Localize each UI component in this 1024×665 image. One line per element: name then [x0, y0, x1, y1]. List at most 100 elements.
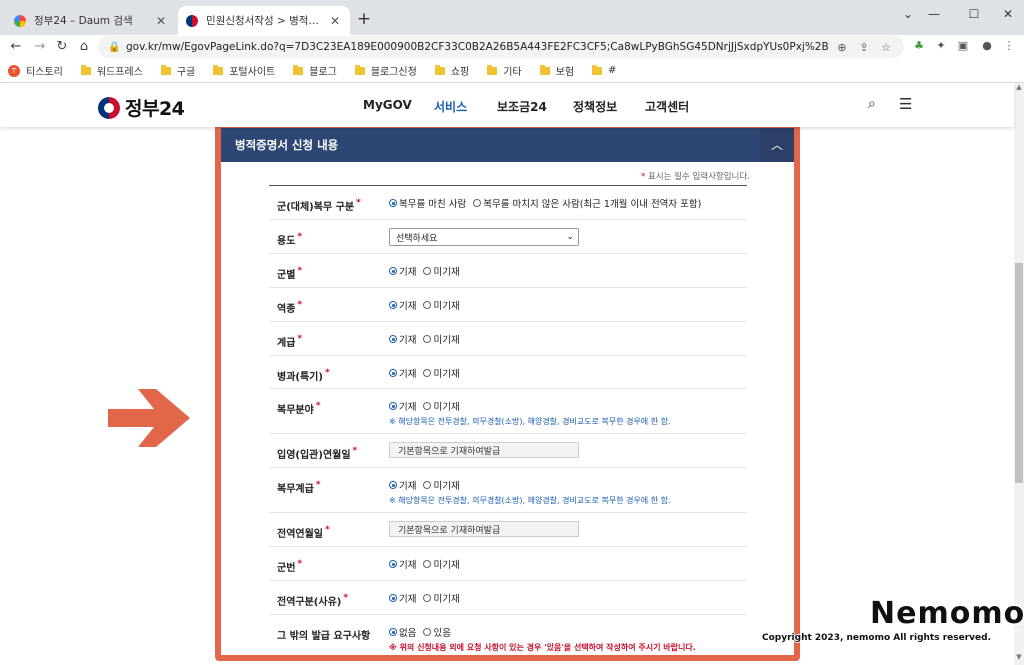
radio-none[interactable]: 없음 [389, 625, 416, 639]
zoom-icon[interactable]: ⊕ [834, 41, 850, 54]
bookmarks-bar: T 티스토리 워드프레스 구글 포털사이트 블로그 블로그신청 쇼핑 기타 보험 … [0, 59, 1024, 83]
bookmark-folder[interactable]: 워드프레스 [80, 63, 143, 78]
radio-include[interactable]: 기재 [389, 399, 416, 413]
application-form: 군(대체)복무 구분 * 복무를 마친 사람 복무를 마치지 않은 사람(최근 1… [269, 185, 747, 655]
radio-include[interactable]: 기재 [389, 332, 416, 346]
radio-dot[interactable] [389, 267, 397, 275]
nav-policy-info[interactable]: 정책정보 [573, 98, 617, 115]
radio-dot[interactable] [389, 335, 397, 343]
maximize-icon[interactable]: ☐ [956, 4, 992, 24]
radio-include[interactable]: 기재 [389, 478, 416, 492]
hamburger-menu-icon[interactable]: ☰ [899, 95, 912, 113]
bookmark-folder[interactable]: 구글 [160, 63, 195, 78]
radio-include[interactable]: 기재 [389, 557, 416, 571]
address-bar[interactable]: 🔒 gov.kr/mw/EgovPageLink.do?q=7D3C23EA18… [98, 36, 904, 58]
duty-rank-radios: 기재 미기재 [389, 478, 467, 492]
folder-icon [213, 64, 224, 75]
radio-dot[interactable] [389, 402, 397, 410]
radio-exclude[interactable]: 미기재 [423, 332, 460, 346]
side-panel-icon[interactable]: ▣ [954, 39, 972, 55]
field-label: 군(대체)복무 구분 * [277, 198, 361, 213]
nav-service[interactable]: 서비스 [434, 98, 467, 115]
close-tab-icon[interactable]: ✕ [328, 14, 342, 28]
radio-dot[interactable] [389, 628, 397, 636]
radio-dot[interactable] [423, 335, 432, 343]
bookmark-star-icon[interactable]: ☆ [878, 41, 894, 54]
radio-dot[interactable] [423, 267, 432, 275]
radio-exclude[interactable]: 미기재 [423, 264, 460, 278]
radio-dot[interactable] [423, 560, 432, 568]
bookmark-tistory[interactable]: T 티스토리 [8, 63, 63, 78]
radio-dot[interactable] [389, 594, 397, 602]
radio-dot[interactable] [389, 199, 397, 207]
radio-include[interactable]: 기재 [389, 366, 416, 380]
bookmark-folder[interactable]: 블로그신청 [354, 63, 417, 78]
radio-yes[interactable]: 있음 [423, 625, 451, 639]
radio-dot[interactable] [423, 481, 432, 489]
folder-icon [592, 64, 603, 75]
home-icon[interactable]: ⌂ [74, 37, 94, 57]
profile-avatar-icon[interactable]: ● [978, 39, 996, 55]
bookmark-folder[interactable]: 블로그 [293, 63, 337, 78]
radio-exclude[interactable]: 미기재 [423, 298, 460, 312]
chevron-up-icon[interactable]: ︿ [760, 128, 794, 162]
nav-customer-center[interactable]: 고객센터 [645, 98, 689, 115]
required-note: * 표시는 필수 입력사항입니다. [641, 172, 750, 182]
radio-exclude[interactable]: 미기재 [423, 478, 460, 492]
close-tab-icon[interactable]: ✕ [154, 14, 168, 28]
extension-leaf-icon[interactable]: ♣ [910, 39, 928, 55]
radio-exclude[interactable]: 미기재 [423, 591, 460, 605]
radio-dot[interactable] [389, 481, 397, 489]
radio-not-completed-service[interactable]: 복무를 마치지 않은 사람(최근 1개월 이내 전역자 포함) [473, 196, 701, 210]
scroll-down-icon[interactable]: ▼ [1014, 653, 1024, 665]
radio-completed-service[interactable]: 복무를 마친 사람 [389, 196, 466, 210]
page-scrollbar[interactable]: ▲ ▼ [1014, 83, 1024, 665]
minimize-icon[interactable]: — [916, 4, 952, 24]
extensions-puzzle-icon[interactable]: ✦ [932, 39, 950, 55]
back-icon[interactable]: ← [6, 37, 26, 57]
radio-dot[interactable] [423, 369, 432, 377]
radio-dot[interactable] [423, 594, 432, 602]
share-icon[interactable]: ⇪ [856, 41, 872, 54]
nav-subsidy24[interactable]: 보조금24 [497, 98, 547, 115]
radio-include[interactable]: 기재 [389, 591, 416, 605]
gov24-logo[interactable]: 정부24 [98, 94, 185, 121]
bookmark-folder[interactable]: 쇼핑 [434, 63, 469, 78]
bookmark-folder[interactable]: # [592, 64, 616, 76]
watermark-name: Nemomo [870, 596, 1024, 631]
tab-daum-search[interactable]: 정부24 – Daum 검색 ✕ [6, 6, 176, 35]
search-icon[interactable]: ⌕ [868, 96, 876, 112]
radio-exclude[interactable]: 미기재 [423, 557, 460, 571]
reload-icon[interactable]: ↻ [52, 37, 72, 57]
radio-dot[interactable] [473, 199, 482, 207]
form-row: 군별 * 기재 미기재 [269, 254, 747, 288]
purpose-value: 선택하세요 ⌄ [389, 228, 579, 246]
nav-mygov[interactable]: MyGOV [363, 98, 412, 112]
radio-dot[interactable] [389, 369, 397, 377]
new-tab-icon[interactable]: + [354, 9, 374, 29]
radio-include[interactable]: 기재 [389, 264, 416, 278]
radio-include[interactable]: 기재 [389, 298, 416, 312]
radio-exclude[interactable]: 미기재 [423, 399, 460, 413]
scroll-up-icon[interactable]: ▲ [1014, 83, 1024, 95]
field-label: 복무계급 * [277, 480, 321, 495]
radio-dot[interactable] [423, 402, 432, 410]
close-window-icon[interactable]: ✕ [990, 4, 1024, 24]
scroll-thumb[interactable] [1015, 263, 1023, 483]
bookmark-folder[interactable]: 기타 [487, 63, 522, 78]
tab-title: 정부24 – Daum 검색 [34, 15, 133, 27]
bookmark-folder[interactable]: 포털사이트 [213, 63, 275, 78]
radio-dot[interactable] [423, 301, 432, 309]
bookmark-folder[interactable]: 보험 [539, 63, 574, 78]
form-row: 전역연월일 * 기본항목으로 기재하여발급 [269, 513, 747, 547]
tab-application-form[interactable]: 민원신청서작성 > 병적증명서 발급 ✕ [178, 6, 350, 35]
forward-icon[interactable]: → [30, 37, 50, 57]
more-menu-icon[interactable]: ⋮ [1000, 39, 1018, 55]
branch-radios: 기재 미기재 [389, 264, 467, 278]
radio-dot[interactable] [389, 301, 397, 309]
site-header: 정부24 MyGOV 서비스 보조금24 정책정보 고객센터 ⌕ ☰ [0, 83, 1014, 127]
radio-dot[interactable] [423, 628, 432, 636]
radio-exclude[interactable]: 미기재 [423, 366, 460, 380]
radio-dot[interactable] [389, 560, 397, 568]
purpose-select[interactable]: 선택하세요 ⌄ [389, 228, 579, 246]
